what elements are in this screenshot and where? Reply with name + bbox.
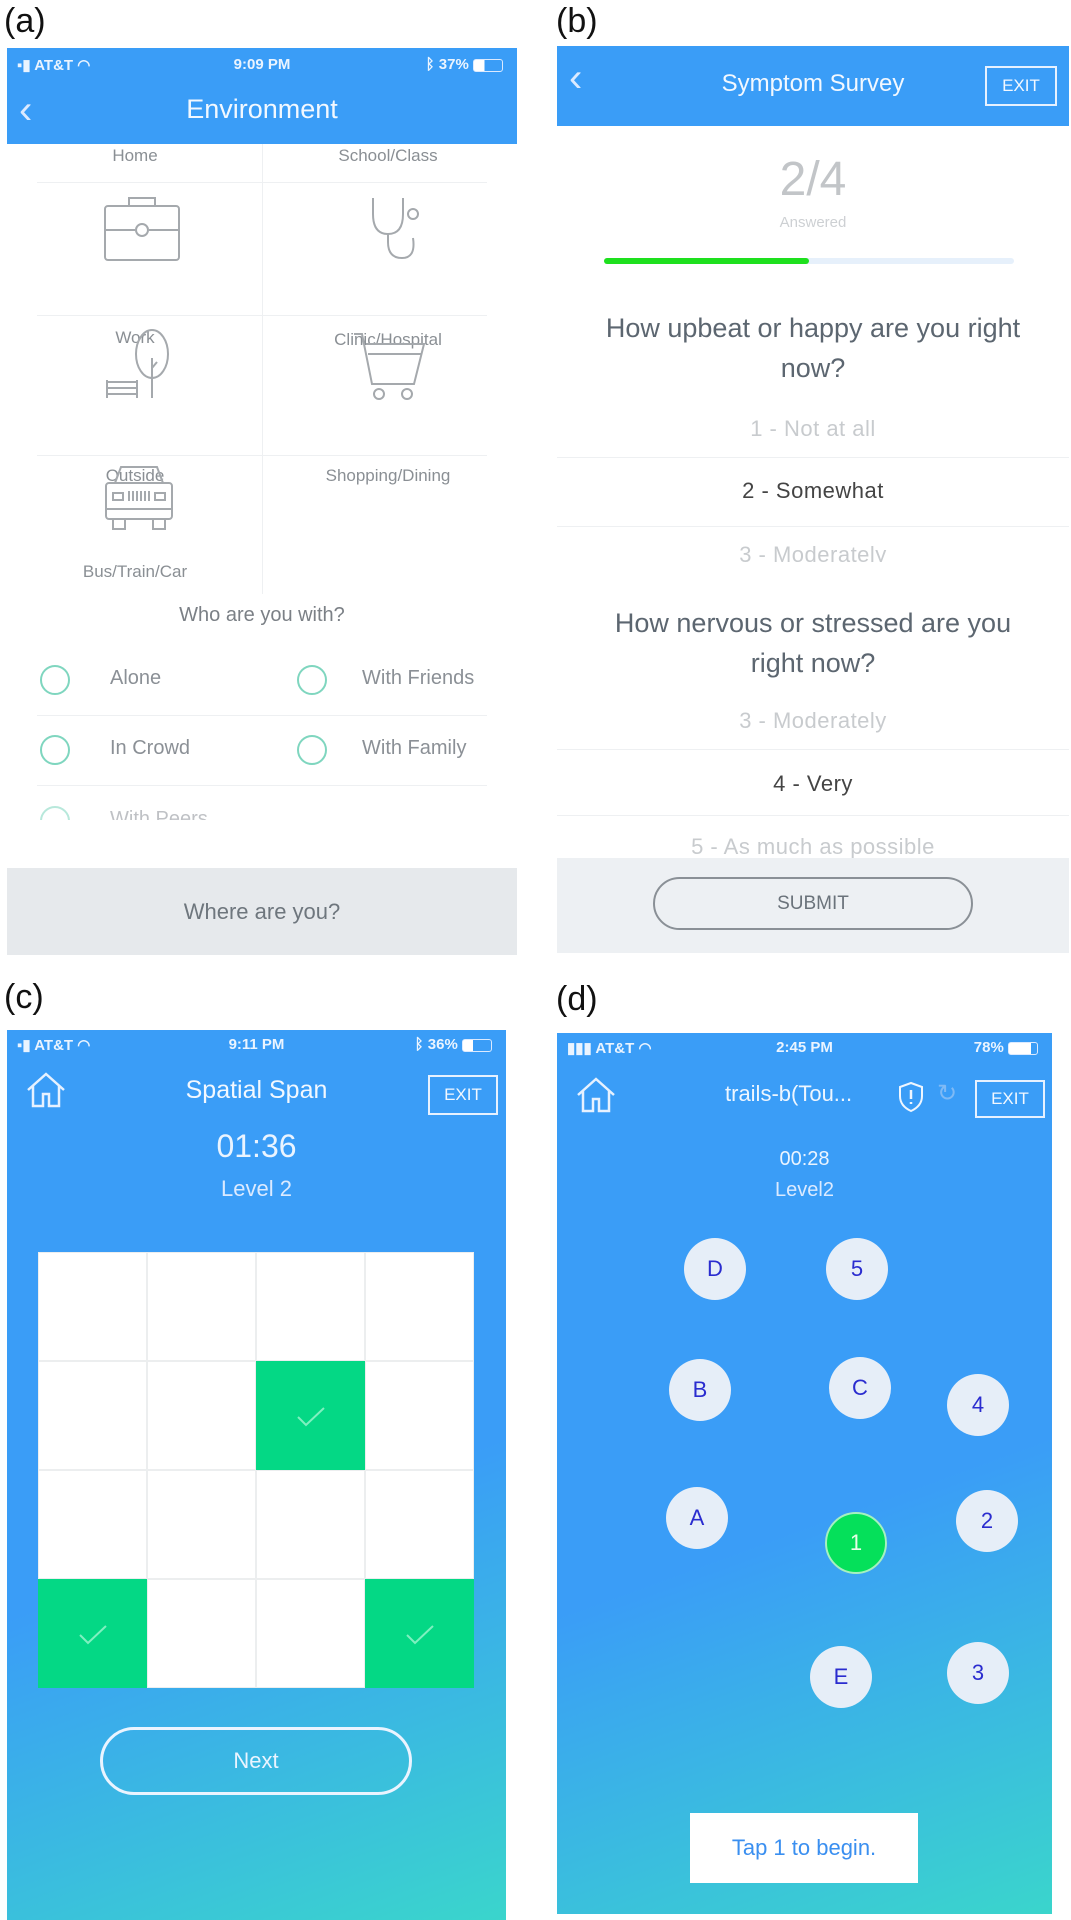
status-battery: ᛒ 36%	[415, 1036, 492, 1053]
check-icon	[296, 1406, 325, 1426]
panel-label-c: (c)	[4, 978, 44, 1016]
q1-option-3[interactable]: 3 - Moderately	[557, 542, 1069, 562]
header: ▪▮ AT&T ◠ 9:09 PM ᛒ 37% ‹ Environment	[7, 48, 517, 144]
trail-node-B[interactable]: B	[669, 1359, 731, 1421]
exit-button[interactable]: EXIT	[985, 66, 1057, 106]
grid-cell[interactable]	[256, 1470, 365, 1579]
question-1: How upbeat or happy are you right now?	[605, 313, 1021, 383]
grid-cell[interactable]	[256, 1579, 365, 1688]
progress-label: Answered	[779, 214, 847, 231]
grid-cell[interactable]	[38, 1252, 147, 1361]
timer: 01:36	[216, 1128, 297, 1164]
stethoscope-icon[interactable]	[365, 194, 425, 264]
radio-circle-icon[interactable]	[40, 806, 70, 820]
grid-cell[interactable]	[147, 1470, 256, 1579]
symptom-survey-screen: ‹ Symptom Survey EXIT 2/4 Answered How u…	[557, 46, 1069, 953]
location-school[interactable]: School/Class	[288, 146, 488, 166]
grid-cell[interactable]	[365, 1470, 474, 1579]
panel-label-a: (a)	[4, 2, 46, 40]
q1-option-2-selected[interactable]: 2 - Somewhat	[557, 478, 1069, 504]
battery-icon	[1008, 1041, 1038, 1055]
progress-fill	[604, 258, 809, 264]
exit-button[interactable]: EXIT	[975, 1080, 1045, 1118]
location-transit[interactable]: Bus/Train/Car	[35, 562, 235, 582]
environment-screen: ▪▮ AT&T ◠ 9:09 PM ᛒ 37% ‹ Environment Ho…	[7, 48, 517, 955]
grid-cell[interactable]	[147, 1252, 256, 1361]
grid-cell[interactable]	[365, 1252, 474, 1361]
trail-node-2[interactable]: 2	[956, 1490, 1018, 1552]
radio-circle-icon[interactable]	[297, 735, 327, 765]
car-icon[interactable]	[103, 463, 175, 533]
q2-option-4-selected[interactable]: 4 - Very	[557, 771, 1069, 797]
radio-circle-icon[interactable]	[40, 665, 70, 695]
grid-cell[interactable]	[38, 1470, 147, 1579]
status-battery: 78%	[974, 1039, 1038, 1056]
trail-node-1[interactable]: 1	[825, 1512, 887, 1574]
radio-circle-icon[interactable]	[40, 735, 70, 765]
location-shopping[interactable]: Shopping/Dining	[288, 466, 488, 486]
tree-bench-icon[interactable]	[102, 328, 182, 403]
trail-node-A[interactable]: A	[666, 1487, 728, 1549]
who-title: Who are you with?	[179, 604, 345, 626]
timer: 00:28	[779, 1148, 830, 1170]
grid-cell[interactable]	[147, 1579, 256, 1688]
level: Level2	[775, 1179, 834, 1201]
exit-button[interactable]: EXIT	[428, 1075, 498, 1115]
trail-node-5[interactable]: 5	[826, 1238, 888, 1300]
progress-bar	[604, 258, 1014, 264]
briefcase-icon[interactable]	[102, 194, 182, 264]
check-icon	[405, 1624, 434, 1644]
spatial-span-screen: ▪▮ AT&T ◠ 9:11 PM ᛒ 36% Spatial Span EXI…	[7, 1030, 506, 1920]
where-are-you-button[interactable]: Where are you?	[7, 868, 517, 955]
radio-with-peers[interactable]: With Peers	[40, 806, 340, 820]
trail-node-4[interactable]: 4	[947, 1374, 1009, 1436]
grid-cell[interactable]	[256, 1252, 365, 1361]
grid-cell-selected[interactable]	[38, 1579, 147, 1688]
trail-node-D[interactable]: D	[684, 1238, 746, 1300]
shopping-cart-icon[interactable]	[352, 330, 432, 400]
question-2: How nervous or stressed are you right no…	[614, 608, 1012, 678]
level: Level 2	[221, 1176, 292, 1201]
grid-cell-selected[interactable]	[256, 1361, 365, 1470]
page-title: Environment	[186, 94, 338, 124]
status-battery: ᛒ 37%	[426, 56, 503, 73]
grid-cell[interactable]	[147, 1361, 256, 1470]
bluetooth-icon: ᛒ	[414, 1036, 424, 1053]
q2-option-3[interactable]: 3 - Moderately	[557, 708, 1069, 734]
span-grid	[38, 1252, 474, 1688]
trail-node-E[interactable]: E	[810, 1646, 872, 1708]
bluetooth-icon: ᛒ	[425, 56, 435, 73]
submit-button[interactable]: SUBMIT	[653, 877, 973, 930]
panel-label-d: (d)	[556, 980, 598, 1018]
battery-icon	[462, 1038, 492, 1052]
next-button[interactable]: Next	[100, 1727, 412, 1795]
refresh-icon[interactable]: ↻	[937, 1079, 957, 1108]
trails-b-screen: ▮▮▮ AT&T ◠ 2:45 PM 78% trails-b(Tou... ↻…	[557, 1033, 1052, 1914]
panel-label-b: (b)	[556, 2, 598, 40]
hint-box: Tap 1 to begin.	[690, 1813, 918, 1883]
grid-cell-selected[interactable]	[365, 1579, 474, 1688]
battery-icon	[473, 58, 503, 72]
header: ‹ Symptom Survey EXIT	[557, 46, 1069, 126]
trail-node-C[interactable]: C	[829, 1357, 891, 1419]
location-home[interactable]: Home	[35, 146, 235, 166]
footer: SUBMIT	[557, 858, 1069, 953]
home-icon[interactable]	[574, 1075, 618, 1115]
q1-option-1[interactable]: 1 - Not at all	[557, 416, 1069, 442]
shield-alert-icon[interactable]	[897, 1081, 925, 1113]
radio-circle-icon[interactable]	[297, 665, 327, 695]
page-title: trails-b(Tou...	[725, 1081, 853, 1106]
progress-count: 2/4	[779, 153, 847, 206]
trail-node-3[interactable]: 3	[947, 1642, 1009, 1704]
grid-cell[interactable]	[365, 1361, 474, 1470]
grid-cell[interactable]	[38, 1361, 147, 1470]
q2-option-5[interactable]: 5 - As much as possible	[557, 834, 1069, 858]
check-icon	[78, 1624, 107, 1644]
